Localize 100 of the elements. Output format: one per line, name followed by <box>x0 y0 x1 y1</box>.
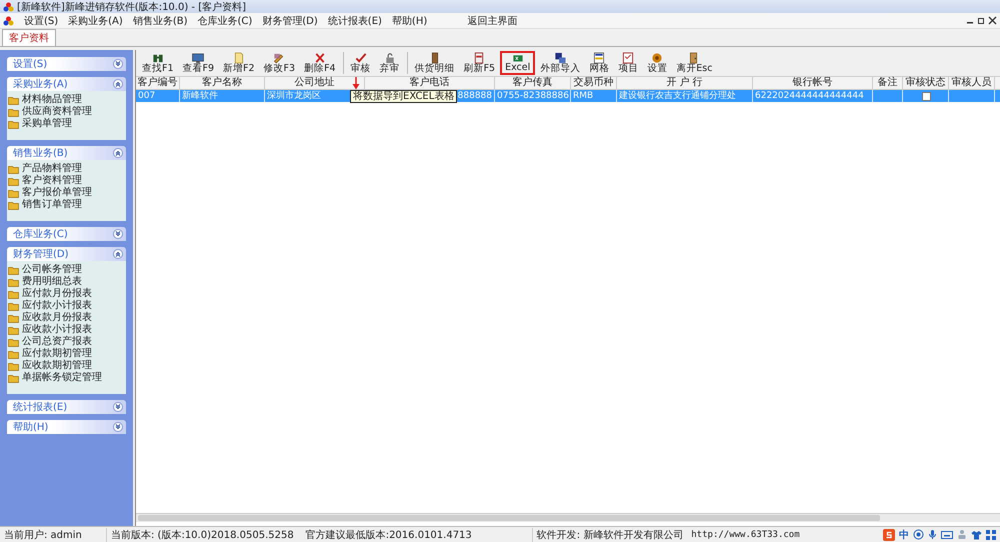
toolbar-button[interactable]: 修改F3 <box>260 51 300 75</box>
nav-item[interactable]: 应收款期初管理 <box>7 360 126 372</box>
collapse-icon[interactable] <box>113 79 123 89</box>
nav-item[interactable]: 应付款月份报表 <box>7 288 126 300</box>
close-icon[interactable] <box>988 16 997 25</box>
menu-item[interactable]: 仓库业务(C) <box>197 14 252 28</box>
nav-item[interactable]: 应收款小计报表 <box>7 324 126 336</box>
folder-icon <box>8 278 19 286</box>
nav-item[interactable]: 应付款期初管理 <box>7 348 126 360</box>
expand-icon[interactable] <box>113 229 123 239</box>
section-title: 帮助(H) <box>13 420 48 434</box>
nav-item[interactable]: 客户资料管理 <box>7 175 126 187</box>
section-title: 财务管理(D) <box>13 248 69 261</box>
document-tab[interactable]: 客户资料 <box>2 29 56 46</box>
toolbar-button[interactable]: 审核 <box>346 51 375 75</box>
section-header[interactable]: 采购业务(A) <box>7 77 126 91</box>
table-cell: 888888 <box>458 90 492 102</box>
column-header[interactable]: 客户编号 <box>136 77 180 89</box>
folder-icon <box>8 350 19 358</box>
table-cell: 深圳市龙岗区 <box>267 90 321 102</box>
folder-icon <box>8 164 19 174</box>
column-header[interactable]: 审核状态 <box>903 77 949 89</box>
nav-item[interactable]: 供应商资料管理 <box>7 106 126 118</box>
section-header[interactable]: 帮助(H) <box>7 420 126 434</box>
toolbar-button[interactable]: 外部导入 <box>536 51 584 75</box>
toolbar-button[interactable]: Excel <box>500 51 536 75</box>
toolbar-button[interactable]: 弃审 <box>376 51 404 75</box>
collapse-icon[interactable] <box>113 148 123 158</box>
toolbar-button[interactable]: 设置 <box>643 51 672 75</box>
column-header[interactable]: 客户传真 <box>495 77 571 89</box>
column-header[interactable]: 交易币种 <box>571 77 617 89</box>
menu-item[interactable]: 财务管理(D) <box>262 14 318 28</box>
window-title: [新峰软件]新峰进销存软件(版本:10.0) - [客户资料] <box>17 0 246 14</box>
column-header[interactable]: 开 户 行 <box>617 77 753 89</box>
column-header[interactable]: 备注 <box>873 77 903 89</box>
toolbar-button[interactable]: 项目 <box>614 51 642 75</box>
keyboard-icon[interactable] <box>941 530 953 540</box>
expand-icon[interactable] <box>113 402 123 412</box>
nav-item[interactable]: 应付款小计报表 <box>7 300 126 312</box>
nav-item[interactable]: 材料物品管理 <box>7 94 126 106</box>
apps-icon[interactable] <box>986 530 996 540</box>
toolbar-button[interactable]: 查看F9 <box>178 51 218 75</box>
column-header[interactable]: 客户名称 <box>180 77 265 89</box>
toolbar-button[interactable]: 网格 <box>585 51 614 75</box>
microphone-icon[interactable] <box>928 529 937 540</box>
toolbar-button[interactable]: 供货明细 <box>410 51 459 75</box>
nav-item[interactable]: 采购单管理 <box>7 118 126 130</box>
shirt-icon[interactable] <box>971 530 982 540</box>
input-mode-text[interactable]: 中 <box>899 528 909 542</box>
section-title: 仓库业务(C) <box>13 228 68 241</box>
toolbar-button[interactable]: 离开Esc <box>672 51 716 75</box>
nav-item[interactable]: 产品物料管理 <box>7 163 126 175</box>
folder-icon <box>8 302 19 310</box>
checkmark-icon <box>354 52 368 64</box>
section-header[interactable]: 统计报表(E) <box>7 400 126 414</box>
folder-icon <box>8 108 19 116</box>
toolbar-button[interactable]: 新增F2 <box>219 51 259 75</box>
input-method-icon[interactable] <box>883 528 895 540</box>
folder-icon <box>8 176 19 186</box>
section-header[interactable]: 仓库业务(C) <box>7 227 126 241</box>
toolbar-button[interactable]: 删除F4 <box>300 51 340 75</box>
app-logo-icon <box>3 16 14 26</box>
section-title: 设置(S) <box>13 58 48 71</box>
nav-item[interactable]: 公司总资产报表 <box>7 336 126 348</box>
column-header[interactable]: 审核人员 <box>949 77 995 89</box>
menu-item[interactable]: 返回主界面 <box>467 14 518 28</box>
collapse-icon[interactable] <box>113 249 123 259</box>
folder-icon <box>8 374 19 382</box>
expand-icon[interactable] <box>113 422 123 432</box>
toolbar-button[interactable]: 刷新F5 <box>460 51 500 75</box>
section-header[interactable]: 财务管理(D) <box>7 247 126 261</box>
checkbox[interactable] <box>922 92 931 100</box>
status-text: 当前用户: admin <box>0 528 107 542</box>
binoculars-icon <box>150 52 165 64</box>
table-cell: 建设银行农吉支行通铺分理处 <box>619 90 736 102</box>
settings-icon <box>650 52 664 64</box>
menu-item[interactable]: 销售业务(B) <box>132 14 188 28</box>
section-header[interactable]: 销售业务(B) <box>7 146 126 160</box>
column-header[interactable]: 银行帐号 <box>753 77 873 89</box>
grid-icon <box>592 52 606 64</box>
column-header[interactable]: 客户电话 <box>365 77 495 89</box>
nav-item[interactable]: 客户报价单管理 <box>7 187 126 199</box>
expand-icon[interactable] <box>113 59 123 69</box>
folder-icon <box>8 120 19 128</box>
nav-item[interactable]: 公司帐务管理 <box>7 264 126 276</box>
menu-item[interactable]: 设置(S) <box>24 14 58 28</box>
horizontal-scrollbar[interactable] <box>136 513 1000 522</box>
nav-item[interactable]: 应收款月份报表 <box>7 312 126 324</box>
toolbar-button[interactable]: 查找F1 <box>138 51 178 75</box>
section-header[interactable]: 设置(S) <box>7 57 126 71</box>
menu-item[interactable]: 采购业务(A) <box>68 14 123 28</box>
section-title: 统计报表(E) <box>13 400 68 414</box>
folder-icon <box>8 290 19 298</box>
restore-icon[interactable] <box>977 16 986 25</box>
menu-item[interactable]: 统计报表(E) <box>328 14 382 28</box>
nav-item[interactable]: 费用明细总表 <box>7 276 126 288</box>
menu-item[interactable]: 帮助(H) <box>392 14 428 28</box>
table-cell: 6222024444444444444 <box>755 90 864 102</box>
nav-item[interactable]: 销售订单管理 <box>7 199 126 211</box>
nav-item[interactable]: 单据帐务锁定管理 <box>7 372 126 384</box>
